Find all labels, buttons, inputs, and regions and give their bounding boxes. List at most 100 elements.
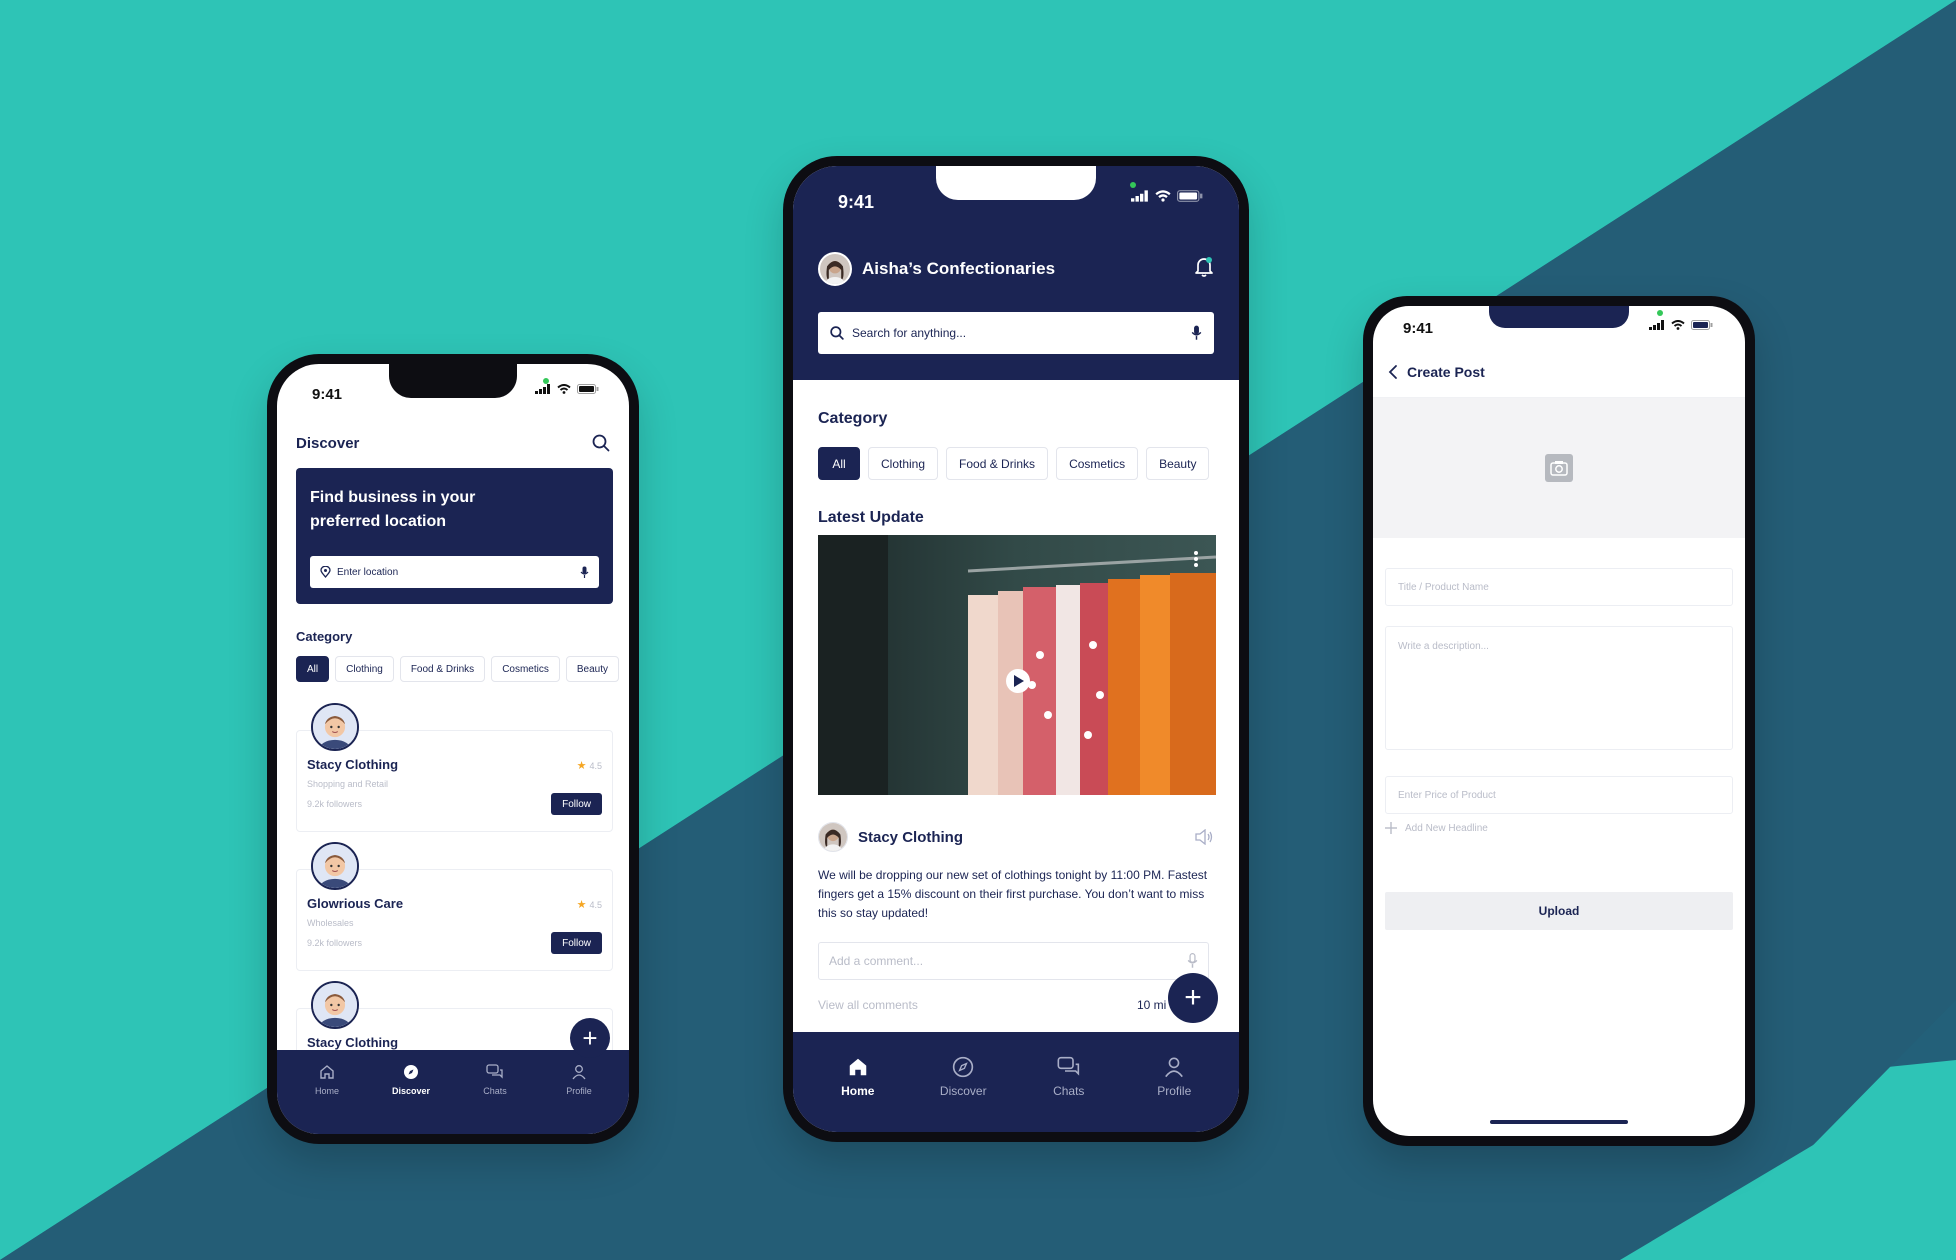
phone-home: 9:41 Aisha’s Confectionaries Search for …: [783, 156, 1249, 1142]
category-chips: All Clothing Food & Drinks Cosmetics Bea…: [818, 447, 1210, 480]
chat-icon: [486, 1064, 503, 1079]
plus-icon: [1385, 822, 1397, 834]
back-chevron-icon[interactable]: [1387, 364, 1399, 380]
description-input[interactable]: Write a description...: [1385, 626, 1733, 750]
chip-food-drinks[interactable]: Food & Drinks: [399, 656, 486, 682]
avatar: [311, 703, 359, 751]
avatar[interactable]: [818, 252, 852, 286]
business-followers: 9.2k followers: [307, 799, 363, 809]
chip-clothing[interactable]: Clothing: [868, 447, 939, 480]
add-button[interactable]: +: [1168, 973, 1218, 1023]
brand: Aisha’s Confectionaries: [818, 252, 1055, 286]
business-name: Stacy Clothing: [307, 1035, 399, 1050]
tab-profile[interactable]: Profile: [549, 1064, 609, 1134]
search-icon: [830, 326, 844, 340]
business-card[interactable]: Stacy Clothing ★ 4.5 Shopping and Retail …: [296, 703, 613, 832]
bell-icon[interactable]: [1194, 256, 1214, 278]
microphone-icon[interactable]: [580, 566, 589, 579]
business-type: Wholesales: [307, 918, 354, 928]
signal-icon: [1649, 320, 1664, 330]
chip-clothing[interactable]: Clothing: [335, 656, 394, 682]
profile-icon: [1165, 1057, 1184, 1078]
comment-input[interactable]: Add a comment...: [818, 942, 1209, 980]
chip-all[interactable]: All: [818, 447, 860, 480]
battery-icon: [1177, 190, 1203, 202]
create-post-header: Create Post: [1373, 346, 1745, 398]
video-thumbnail[interactable]: [818, 535, 1216, 795]
phone-notch: [389, 364, 517, 398]
rating-value: 4.5: [589, 899, 602, 910]
phone-create-post: 9:41 Create Post Title / Product Name Wr…: [1363, 296, 1755, 1146]
avatar[interactable]: [818, 822, 848, 852]
category-label: Category: [296, 629, 353, 644]
image-upload-area[interactable]: [1373, 398, 1745, 538]
privacy-indicator: [543, 378, 549, 384]
tab-discover[interactable]: Discover: [381, 1064, 441, 1134]
tab-label: Profile: [1157, 1084, 1192, 1098]
tab-chats[interactable]: Chats: [465, 1064, 525, 1134]
status-time: 9:41: [838, 192, 875, 212]
page-title: Discover: [296, 434, 360, 452]
avatar: [311, 842, 359, 890]
latest-update-label: Latest Update: [818, 509, 924, 526]
bottom-tab-bar: Home Discover Chats Profile: [277, 1050, 629, 1134]
signal-icon: [535, 384, 550, 394]
clothing-rack-image: [818, 535, 1216, 795]
speaker-icon[interactable]: [1194, 829, 1214, 845]
wifi-icon: [1671, 320, 1685, 330]
business-card[interactable]: Glowrious Care ★ 4.5 Wholesales 9.2k foll…: [296, 842, 613, 971]
chip-beauty[interactable]: Beauty: [565, 656, 620, 682]
chip-beauty[interactable]: Beauty: [1146, 447, 1210, 480]
title-input[interactable]: Title / Product Name: [1385, 568, 1733, 606]
price-input[interactable]: Enter Price of Product: [1385, 776, 1733, 814]
profile-icon: [572, 1065, 586, 1080]
comment-placeholder: Add a comment...: [829, 954, 924, 968]
tab-profile[interactable]: Profile: [1134, 1056, 1214, 1132]
upload-button[interactable]: Upload: [1385, 892, 1733, 930]
page-title: Create Post: [1407, 363, 1485, 380]
search-input[interactable]: Search for anything...: [818, 312, 1214, 354]
privacy-indicator: [1657, 310, 1663, 316]
signal-icon: [1131, 190, 1148, 202]
view-all-comments-link[interactable]: View all comments: [818, 998, 918, 1012]
price-placeholder: Enter Price of Product: [1398, 789, 1496, 801]
wifi-icon: [557, 384, 571, 394]
tab-home[interactable]: Home: [297, 1064, 357, 1134]
tab-chats[interactable]: Chats: [1029, 1056, 1109, 1132]
home-icon: [849, 1058, 866, 1076]
business-followers: 9.2k followers: [307, 938, 363, 948]
add-headline-button[interactable]: Add New Headline: [1385, 822, 1488, 834]
chip-food-drinks[interactable]: Food & Drinks: [946, 447, 1049, 480]
search-placeholder: Search for anything...: [852, 326, 967, 340]
follow-button[interactable]: Follow: [551, 793, 602, 815]
microphone-icon[interactable]: [1187, 953, 1198, 969]
phone-screen: 9:41 Create Post Title / Product Name Wr…: [1373, 306, 1745, 1136]
description-placeholder: Write a description...: [1398, 641, 1489, 652]
search-icon[interactable]: [592, 434, 610, 452]
add-button[interactable]: +: [570, 1018, 610, 1058]
phone-notch: [1489, 306, 1629, 328]
post-header: Stacy Clothing: [818, 822, 1214, 852]
tab-discover[interactable]: Discover: [923, 1056, 1003, 1132]
chip-cosmetics[interactable]: Cosmetics: [491, 656, 560, 682]
business-name: Glowrious Care: [307, 896, 404, 911]
chip-all[interactable]: All: [296, 656, 330, 682]
star-icon: ★: [576, 899, 587, 911]
tab-label: Chats: [483, 1086, 507, 1096]
location-input[interactable]: Enter location: [310, 556, 599, 588]
home-icon: [320, 1065, 334, 1079]
tab-label: Profile: [566, 1086, 592, 1096]
business-type: Shopping and Retail: [307, 779, 389, 789]
microphone-icon[interactable]: [1191, 325, 1202, 341]
tab-home[interactable]: Home: [818, 1056, 898, 1132]
tab-label: Discover: [939, 1084, 987, 1098]
compass-icon: [404, 1065, 418, 1079]
post-text: We will be dropping our new set of cloth…: [818, 868, 1208, 920]
follow-button[interactable]: Follow: [551, 932, 602, 954]
chip-cosmetics[interactable]: Cosmetics: [1056, 447, 1139, 480]
business-name: Aisha’s Confectionaries: [862, 259, 1056, 278]
category-label: Category: [818, 410, 888, 427]
phone-screen: 9:41 Aisha’s Confectionaries Search for …: [793, 166, 1239, 1132]
location-hero-card: Find business in your preferred location…: [296, 468, 613, 604]
home-indicator: [1490, 1120, 1628, 1124]
